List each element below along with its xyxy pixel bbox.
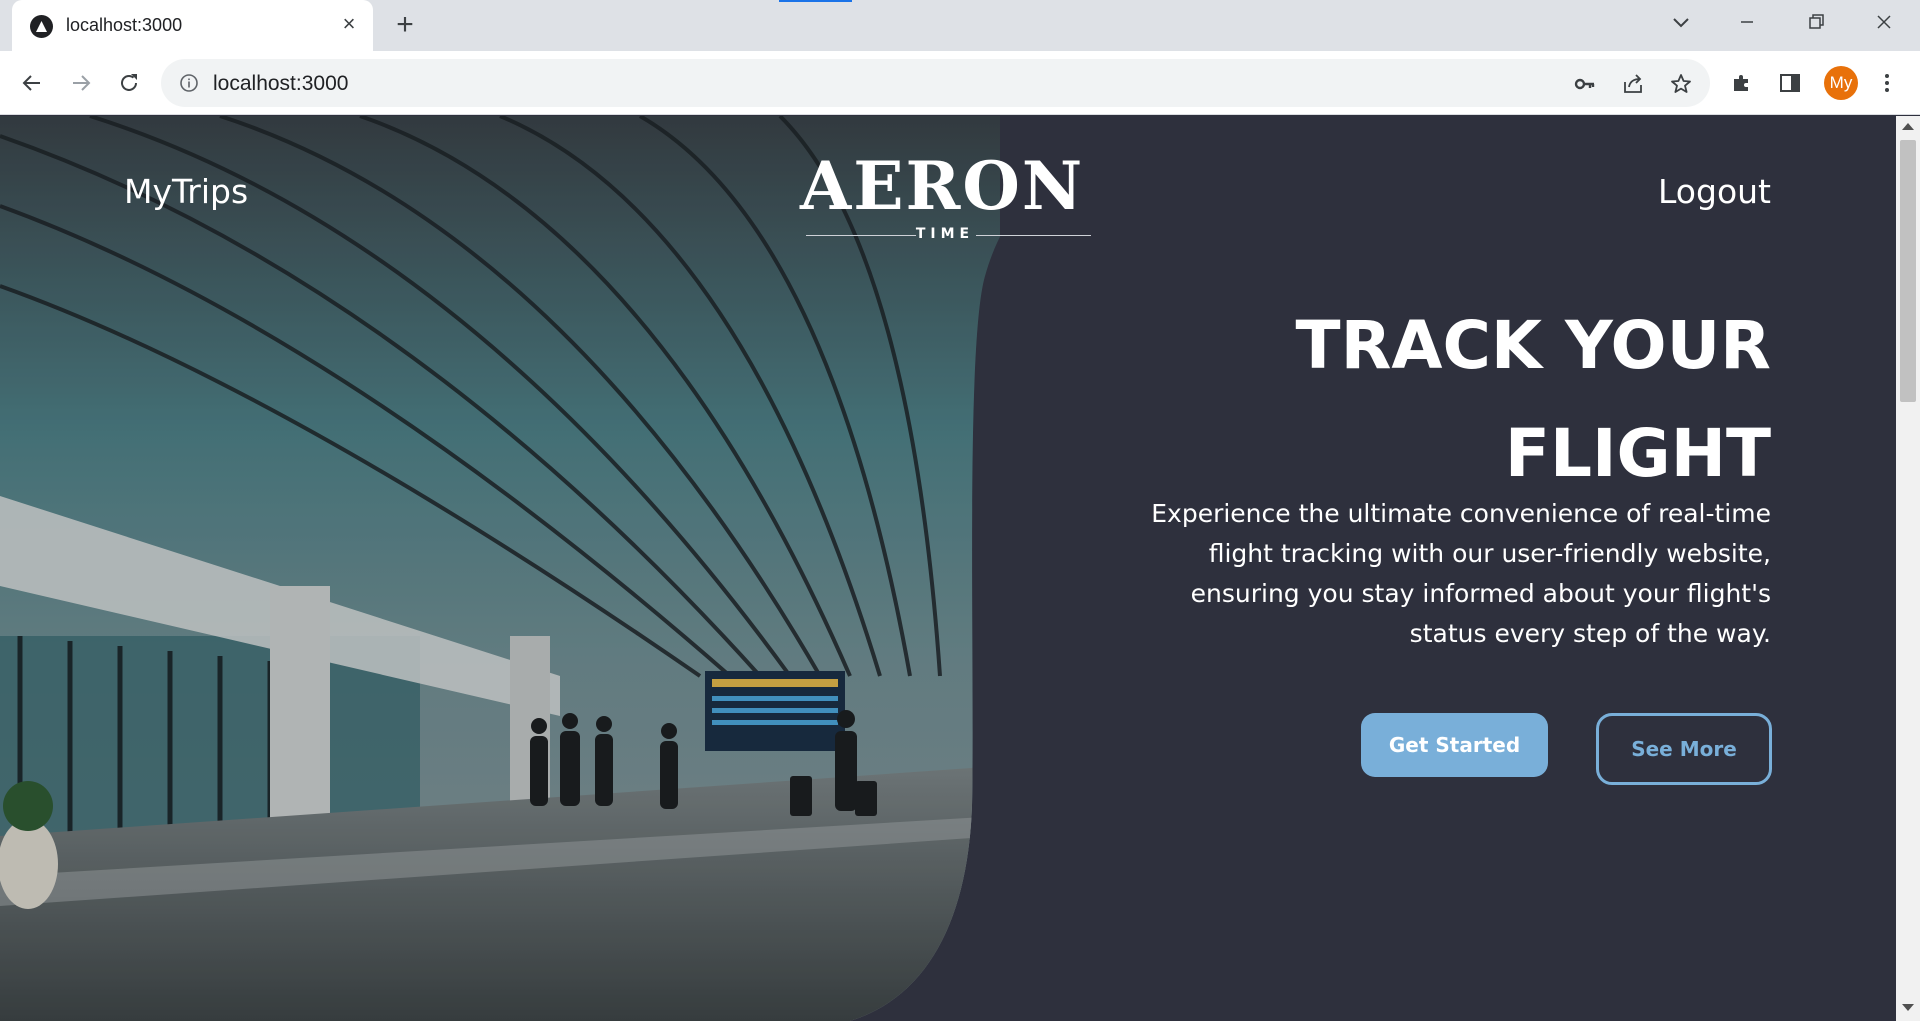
- forward-icon[interactable]: [66, 68, 96, 98]
- side-panel-icon[interactable]: [1775, 68, 1805, 98]
- nav-logout-link[interactable]: Logout: [1658, 172, 1771, 211]
- browser-titlebar: localhost:3000 × +: [0, 0, 1920, 51]
- tab-search-icon[interactable]: [1668, 10, 1694, 36]
- info-icon[interactable]: [179, 73, 199, 93]
- see-more-button[interactable]: See More: [1596, 713, 1772, 785]
- key-icon[interactable]: [1572, 71, 1598, 97]
- logo-text: AERON: [800, 147, 1085, 225]
- new-tab-button[interactable]: +: [390, 10, 420, 40]
- favicon-icon: [30, 15, 53, 38]
- headline-line-1: TRACK YOUR: [1295, 307, 1771, 384]
- page-viewport: MyTrips AERON TIME Logout TRACK YOUR FLI…: [0, 116, 1896, 1021]
- get-started-button[interactable]: Get Started: [1361, 713, 1548, 777]
- scroll-up-icon[interactable]: [1902, 123, 1914, 130]
- loading-indicator: [779, 0, 852, 2]
- browser-toolbar: localhost:3000 My: [0, 51, 1920, 115]
- restore-icon[interactable]: [1796, 6, 1836, 38]
- page-scrollbar[interactable]: [1896, 116, 1920, 1021]
- aeron-time-logo[interactable]: AERON TIME: [800, 146, 1100, 246]
- hero-headline: TRACK YOUR FLIGHT: [1071, 292, 1771, 508]
- star-icon[interactable]: [1668, 71, 1694, 97]
- hero-description: Experience the ultimate convenience of r…: [1151, 499, 1771, 648]
- reload-icon[interactable]: [114, 68, 144, 98]
- close-tab-icon[interactable]: ×: [337, 12, 361, 36]
- url-text[interactable]: localhost:3000: [213, 72, 348, 96]
- browser-tab[interactable]: localhost:3000 ×: [12, 0, 373, 51]
- extensions-icon[interactable]: [1727, 68, 1757, 98]
- close-window-icon[interactable]: [1864, 6, 1904, 38]
- back-icon[interactable]: [17, 68, 47, 98]
- scroll-down-icon[interactable]: [1902, 1004, 1914, 1011]
- headline-line-2: FLIGHT: [1504, 415, 1771, 492]
- share-icon[interactable]: [1620, 71, 1646, 97]
- profile-avatar[interactable]: My: [1824, 66, 1858, 100]
- nav-mytrips-link[interactable]: MyTrips: [124, 172, 248, 211]
- logo-subtitle: TIME: [915, 226, 975, 242]
- tab-title: localhost:3000: [66, 15, 183, 35]
- address-bar[interactable]: localhost:3000: [161, 59, 1710, 107]
- scrollbar-thumb[interactable]: [1900, 140, 1916, 402]
- menu-icon[interactable]: [1872, 68, 1902, 98]
- minimize-icon[interactable]: [1727, 6, 1767, 38]
